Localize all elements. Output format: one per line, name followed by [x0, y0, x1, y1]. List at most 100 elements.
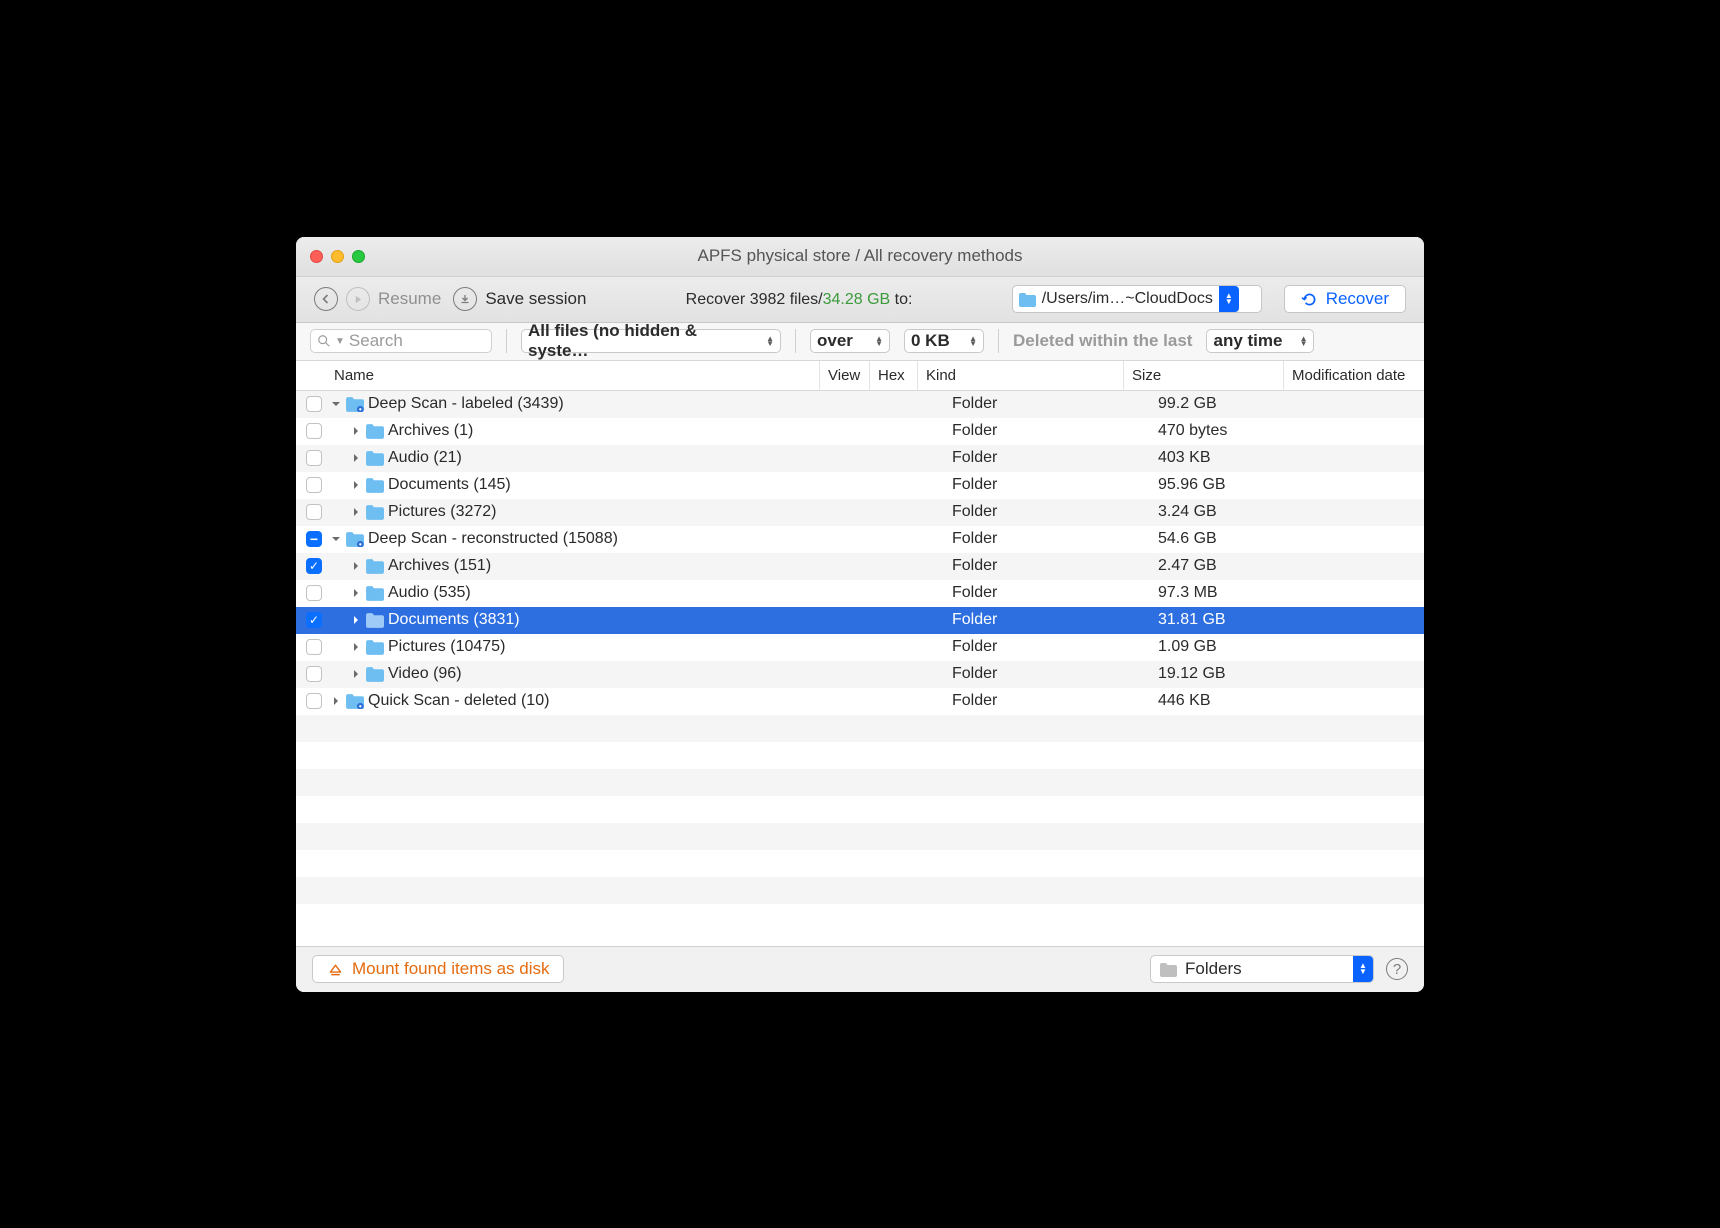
disclosure-closed-icon[interactable] [350, 561, 361, 572]
row-checkbox[interactable]: ✓ [306, 558, 322, 574]
row-checkbox[interactable]: − [306, 531, 322, 547]
disclosure-open-icon[interactable] [330, 399, 341, 410]
destination-path-text: /Users/im…~CloudDocs [1042, 290, 1213, 308]
row-size: 2.47 GB [1158, 557, 1318, 575]
row-checkbox[interactable]: ✓ [306, 612, 322, 628]
row-checkbox[interactable] [306, 585, 322, 601]
mount-label: Mount found items as disk [352, 959, 549, 979]
disclosure-closed-icon[interactable] [350, 615, 361, 626]
table-row[interactable]: Pictures (3272)Folder3.24 GB [296, 499, 1424, 526]
size-threshold-select[interactable]: 0 KB ▲▼ [904, 329, 984, 353]
table-row[interactable]: Audio (535)Folder97.3 MB [296, 580, 1424, 607]
chevron-left-icon [321, 294, 331, 304]
view-mode-select[interactable]: Folders ▲▼ [1150, 955, 1374, 983]
row-checkbox[interactable] [306, 477, 322, 493]
row-checkbox[interactable] [306, 693, 322, 709]
size-comparison-select[interactable]: over ▲▼ [810, 329, 890, 353]
table-row[interactable]: Archives (1)Folder470 bytes [296, 418, 1424, 445]
disclosure-closed-icon[interactable] [350, 453, 361, 464]
file-list[interactable]: Deep Scan - labeled (3439)Folder99.2 GB A… [296, 391, 1424, 946]
disclosure-open-icon[interactable] [330, 534, 341, 545]
row-name: Pictures (10475) [388, 638, 505, 656]
folder-icon [1159, 962, 1177, 977]
summary-prefix: Recover [686, 291, 750, 308]
table-row[interactable]: Audio (21)Folder403 KB [296, 445, 1424, 472]
folder-icon [1018, 292, 1036, 307]
disclosure-closed-icon[interactable] [350, 642, 361, 653]
col-hex[interactable]: Hex [870, 361, 918, 390]
col-name[interactable]: Name [326, 361, 820, 390]
recover-button[interactable]: Recover [1284, 285, 1406, 313]
time-filter-select[interactable]: any time ▲▼ [1206, 329, 1314, 353]
table-row[interactable]: Deep Scan - labeled (3439)Folder99.2 GB [296, 391, 1424, 418]
table-row[interactable]: Documents (145)Folder95.96 GB [296, 472, 1424, 499]
col-size[interactable]: Size [1124, 361, 1284, 390]
disclosure-closed-icon[interactable] [330, 696, 341, 707]
row-name: Documents (3831) [388, 611, 520, 629]
table-row[interactable]: ✓ Documents (3831) Folder31.81 GB [296, 607, 1424, 634]
table-row[interactable]: Video (96)Folder19.12 GB [296, 661, 1424, 688]
table-row[interactable]: Pictures (10475)Folder1.09 GB [296, 634, 1424, 661]
destination-path-select[interactable]: /Users/im…~CloudDocs ▲▼ [1012, 285, 1262, 313]
folder-icon [345, 531, 368, 547]
path-dropdown-arrows: ▲▼ [1219, 286, 1239, 312]
resume-label: Resume [378, 289, 441, 309]
updown-icon: ▲▼ [766, 336, 774, 346]
name-cell: Pictures (3272) [330, 503, 854, 521]
disclosure-closed-icon[interactable] [350, 507, 361, 518]
row-checkbox[interactable] [306, 396, 322, 412]
table-header: Name View Hex Kind Size Modification dat… [296, 361, 1424, 391]
search-dropdown-icon[interactable]: ▼ [335, 336, 345, 347]
filter-bar: ▼ Search All files (no hidden & syste… ▲… [296, 323, 1424, 361]
titlebar: APFS physical store / All recovery metho… [296, 237, 1424, 277]
row-kind: Folder [952, 557, 1158, 575]
name-cell: Archives (151) [330, 557, 854, 575]
col-kind[interactable]: Kind [918, 361, 1124, 390]
row-name: Video (96) [388, 665, 462, 683]
row-checkbox[interactable] [306, 504, 322, 520]
row-kind: Folder [952, 611, 1158, 629]
table-row[interactable]: Quick Scan - deleted (10)Folder446 KB [296, 688, 1424, 715]
folder-icon [345, 693, 368, 709]
size-threshold-label: 0 KB [911, 331, 950, 351]
row-name: Archives (1) [388, 422, 473, 440]
window-title: APFS physical store / All recovery metho… [296, 246, 1424, 266]
disclosure-closed-icon[interactable] [350, 669, 361, 680]
back-button[interactable] [314, 287, 338, 311]
row-checkbox[interactable] [306, 639, 322, 655]
row-size: 54.6 GB [1158, 530, 1318, 548]
row-checkbox[interactable] [306, 450, 322, 466]
table-row[interactable]: ✓ Archives (151) Folder2.47 GB [296, 553, 1424, 580]
recover-label: Recover [1326, 289, 1389, 309]
row-checkbox[interactable] [306, 423, 322, 439]
row-kind: Folder [952, 449, 1158, 467]
col-modification[interactable]: Modification date [1284, 361, 1424, 390]
empty-row [296, 715, 1424, 742]
row-size: 19.12 GB [1158, 665, 1318, 683]
name-cell: Pictures (10475) [330, 638, 854, 656]
file-type-filter[interactable]: All files (no hidden & syste… ▲▼ [521, 329, 781, 353]
folder-icon [345, 396, 368, 412]
row-size: 403 KB [1158, 449, 1318, 467]
mount-button[interactable]: Mount found items as disk [312, 955, 564, 983]
disclosure-closed-icon[interactable] [350, 588, 361, 599]
row-checkbox[interactable] [306, 666, 322, 682]
resume-button[interactable] [346, 287, 370, 311]
row-name: Documents (145) [388, 476, 511, 494]
name-cell: Video (96) [330, 665, 854, 683]
row-size: 31.81 GB [1158, 611, 1318, 629]
col-view[interactable]: View [820, 361, 870, 390]
disclosure-closed-icon[interactable] [350, 426, 361, 437]
disclosure-closed-icon[interactable] [350, 480, 361, 491]
empty-row [296, 877, 1424, 904]
search-input[interactable]: ▼ Search [310, 329, 492, 353]
table-row[interactable]: −Deep Scan - reconstructed (15088)Folder… [296, 526, 1424, 553]
name-cell: Documents (145) [330, 476, 854, 494]
row-name: Pictures (3272) [388, 503, 497, 521]
app-window: APFS physical store / All recovery metho… [296, 237, 1424, 992]
save-session-button[interactable] [453, 287, 477, 311]
row-kind: Folder [952, 422, 1158, 440]
save-session-label: Save session [485, 289, 586, 309]
over-label: over [817, 331, 853, 351]
help-button[interactable]: ? [1386, 958, 1408, 980]
